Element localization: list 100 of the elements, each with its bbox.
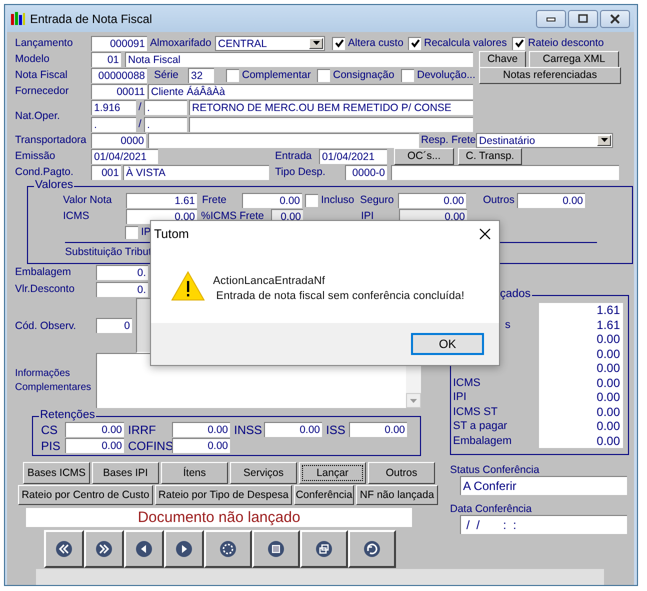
input-field[interactable]: À VISTA [123,164,269,180]
field-label: Embalagem [15,266,72,278]
input-field[interactable]: . [144,116,187,132]
checkbox[interactable]: Rateio desconto [512,36,604,50]
checkbox[interactable]: Incluso [305,194,360,206]
checkbox[interactable]: Devolução... [401,68,477,82]
field-label: Status Conferência [450,464,540,476]
action-button[interactable]: Lançar [299,462,366,484]
input-field[interactable]: Nota Fiscal [125,52,473,66]
input-field[interactable]: 0. [96,264,148,280]
field-label: Resp. Frete [421,134,476,146]
input-field[interactable]: 01/04/2021 [319,148,387,164]
input-field[interactable]: . [144,100,187,114]
maximize-button[interactable] [568,10,598,28]
input-field[interactable]: 0.00 [172,438,230,453]
section-label: Substituição Tribut [65,246,152,258]
nav-button[interactable] [124,530,164,568]
field-label: CS [41,422,59,436]
input-field[interactable]: 0000 [91,132,146,148]
nav-button[interactable] [84,530,124,568]
action-button[interactable]: Conferência [294,485,354,505]
field-label: Fornecedor [15,85,70,97]
input-field[interactable]: 0000-0 [345,164,387,180]
input-field[interactable]: 000091 [91,36,147,50]
field-label: Tipo Desp. [275,166,326,178]
field-label: IRRF [128,422,157,436]
total-label: ICMS [453,376,482,389]
carrier-button[interactable]: C. Transp. [458,148,522,164]
input-field[interactable] [189,116,473,132]
action-button[interactable]: Rateio por Tipo de Despesa [155,485,292,505]
input-field[interactable]: RETORNO DE MERC.OU BEM REMETIDO P/ CONSE [189,100,473,114]
close-icon[interactable] [479,228,491,240]
input-field[interactable]: 0.00 [398,192,466,208]
action-button[interactable]: Bases IPI [92,462,159,484]
action-button[interactable]: Bases ICMS [23,462,90,484]
checkbox[interactable]: Consignação [317,68,401,82]
close-icon [609,14,621,24]
minimize-button[interactable] [536,10,566,28]
input-field[interactable]: 0.00 [517,192,585,208]
referenced-notes-button[interactable]: Notas referenciadas [479,66,621,84]
nav-button[interactable] [300,530,348,568]
ok-button[interactable]: OK [411,333,484,355]
checkbox[interactable]: Complementar [226,68,317,82]
input-field[interactable]: 01 [91,52,121,66]
close-button[interactable] [600,10,630,28]
nav-button[interactable] [252,530,300,568]
windows-icon [316,541,332,557]
input-field[interactable]: 0.00 [242,192,302,208]
checkmark-icon [334,39,344,48]
input-field[interactable]: 0.00 [65,422,124,437]
input-field[interactable]: 0 [96,318,132,333]
status-message: Documento não lançado [26,508,412,527]
total-value: 0.00 [539,332,623,346]
input-field[interactable] [391,164,619,180]
key-button[interactable]: Chave [479,50,526,68]
dropdown[interactable]: Destinatário [476,132,613,148]
minimize-icon [546,16,556,22]
input-field[interactable]: . [91,116,136,132]
input-field[interactable]: 0.00 [349,422,407,437]
input-field[interactable]: / / : : [460,515,627,534]
checkbox[interactable]: Altera custo [332,36,408,50]
input-field[interactable]: 0.00 [65,438,124,453]
load-xml-button[interactable]: Carrega XML [529,50,619,68]
input-field[interactable]: Cliente ÁáÂâÀà [148,84,473,98]
action-button[interactable]: NF não lançada [356,485,438,505]
input-field[interactable]: A Conferir [460,476,627,495]
total-label: Embalagem [453,434,513,447]
checkmark-icon [514,39,524,48]
field-label: Cód. Observ. [15,320,78,332]
field-label: Valor Nota [63,194,113,206]
nav-button[interactable] [164,530,204,568]
nav-button[interactable] [44,530,84,568]
total-value: 1.61 [539,303,623,318]
undo-icon [364,541,380,557]
input-field[interactable]: 0. [96,282,148,296]
field-label: ISS [326,422,345,436]
action-button[interactable]: Rateio por Centro de Custo [18,485,153,505]
input-field[interactable]: 01/04/2021 [91,148,158,164]
action-button[interactable]: Outros [368,462,435,484]
input-field[interactable]: 00011 [91,84,147,98]
oc-button[interactable]: OC´s... [394,148,454,164]
input-field[interactable]: 0.00 [172,422,230,437]
total-label: ICMS ST [453,406,499,418]
total-value: 1.61 [539,318,623,332]
checkbox[interactable]: Recalcula valores [408,36,512,50]
action-button[interactable]: Serviços [230,462,297,484]
nav-button[interactable] [348,530,396,568]
input-field[interactable]: 00000088 [91,68,147,82]
input-field[interactable]: 1.61 [126,192,197,208]
input-field[interactable] [148,132,419,148]
field-label: Almoxarifado [150,37,212,49]
input-field[interactable]: 32 [188,68,214,82]
input-field[interactable]: 001 [91,164,121,180]
dropdown[interactable]: CENTRAL [215,36,325,50]
action-button[interactable]: Ítens [161,462,228,484]
input-field[interactable]: 1.916 [91,100,136,114]
nav-button[interactable] [204,530,252,568]
input-field[interactable]: 0.00 [264,422,322,437]
total-label: ST a pagar [453,420,508,432]
field-label: PIS [41,438,61,452]
